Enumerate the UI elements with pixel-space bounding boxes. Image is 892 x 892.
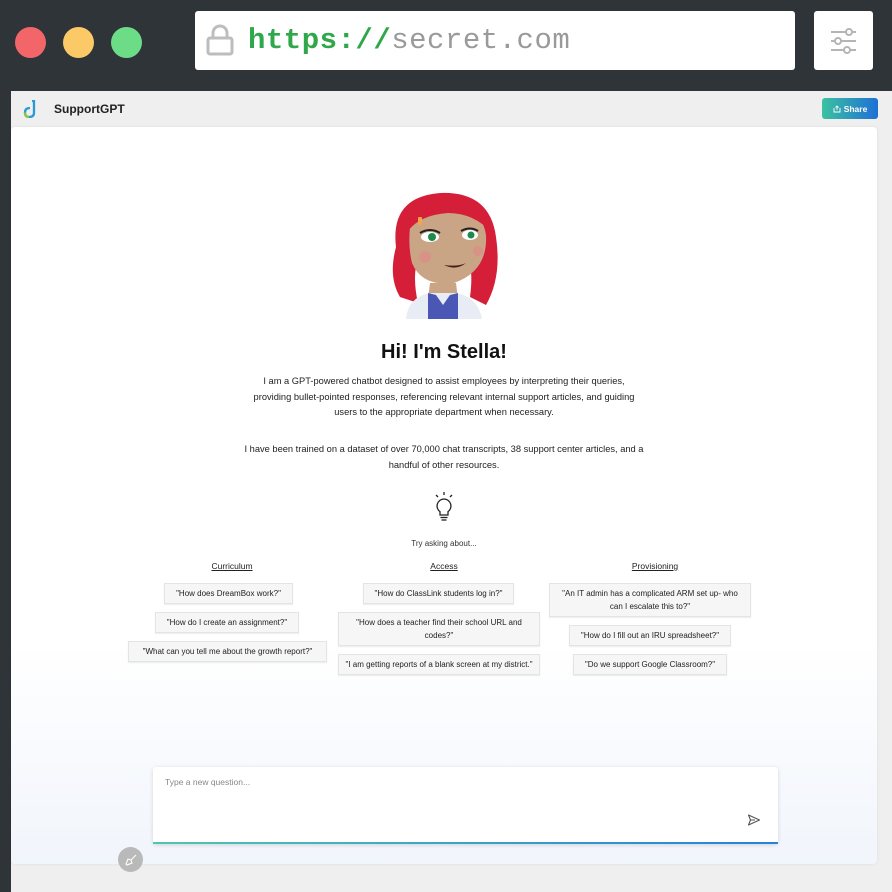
window-maximize-button[interactable] — [111, 27, 142, 58]
lightbulb-icon — [435, 492, 453, 521]
clear-chat-button[interactable] — [118, 847, 143, 872]
broom-icon — [124, 854, 136, 866]
suggestion-chip[interactable]: "An IT admin has a complicated ARM set u… — [549, 583, 751, 617]
column-heading-access: Access — [430, 561, 458, 571]
greeting-heading: Hi! I'm Stella! — [381, 341, 507, 363]
message-composer — [153, 767, 778, 844]
app-page: SupportGPT Share Hi! I'm Stella! I am a … — [11, 91, 892, 892]
app-title: SupportGPT — [54, 102, 125, 116]
share-icon — [833, 104, 841, 112]
column-heading-curriculum: Curriculum — [211, 561, 253, 571]
suggestion-chip[interactable]: "Do we support Google Classroom?" — [573, 654, 727, 675]
share-label: Share — [843, 103, 868, 114]
window-minimize-button[interactable] — [63, 27, 94, 58]
stella-avatar — [381, 191, 505, 319]
suggestion-chip[interactable]: "How does DreamBox work?" — [164, 583, 293, 604]
chat-panel: Hi! I'm Stella! I am a GPT-powered chatb… — [11, 127, 877, 872]
question-input[interactable] — [165, 777, 725, 787]
app-logo-icon — [23, 100, 36, 118]
browser-chrome: https://secret.com — [0, 0, 892, 91]
browser-settings-button[interactable] — [814, 11, 873, 70]
suggestion-chip[interactable]: "I am getting reports of a blank screen … — [338, 654, 540, 675]
send-icon[interactable] — [747, 813, 761, 827]
intro-description: I am a GPT-powered chatbot designed to a… — [253, 376, 635, 417]
composer-accent-line — [153, 842, 778, 844]
suggestion-chip[interactable]: "How do ClassLink students log in?" — [363, 583, 514, 604]
url-text: https://secret.com — [248, 24, 570, 57]
column-heading-provisioning: Provisioning — [631, 561, 679, 571]
suggestion-chip[interactable]: "How do I create an assignment?" — [155, 612, 299, 633]
share-button[interactable]: Share — [822, 98, 878, 119]
app-header: SupportGPT Share — [11, 91, 892, 127]
address-bar[interactable]: https://secret.com — [195, 11, 795, 70]
url-host: secret.com — [391, 24, 571, 57]
lock-icon — [206, 24, 234, 56]
suggestion-chip[interactable]: "How do I fill out an IRU spreadsheet?" — [569, 625, 731, 646]
training-description: I have been trained on a dataset of over… — [244, 444, 644, 470]
try-asking-label: Try asking about... — [411, 539, 477, 548]
window-close-button[interactable] — [15, 27, 46, 58]
suggestion-chip[interactable]: "What can you tell me about the growth r… — [128, 641, 327, 662]
suggestion-chip[interactable]: "How does a teacher find their school UR… — [338, 612, 540, 646]
url-scheme: https:// — [248, 24, 392, 57]
sliders-icon — [831, 28, 856, 54]
